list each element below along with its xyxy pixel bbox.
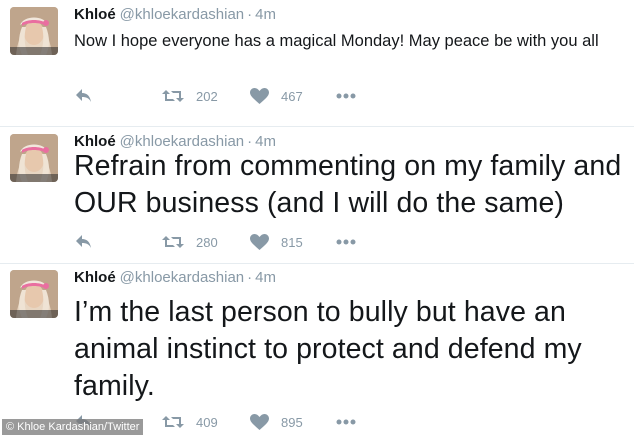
reply-icon [76, 235, 91, 248]
tweet-text: I’m the last person to bully but have an… [74, 296, 582, 402]
author-handle[interactable]: @khloekardashian [120, 6, 244, 23]
retweet-button[interactable]: 409 [162, 412, 218, 432]
like-count: 815 [281, 234, 303, 250]
tweet-timestamp[interactable]: 4m [255, 269, 276, 286]
retweet-icon [162, 416, 184, 428]
more-icon [336, 419, 356, 425]
author-name[interactable]: Khloé [74, 269, 116, 286]
more-icon [336, 239, 356, 245]
tweet-text: Now I hope everyone has a magical Monday… [74, 32, 599, 50]
retweet-count: 409 [196, 414, 218, 430]
like-button[interactable]: 895 [250, 412, 303, 432]
reply-icon [76, 89, 91, 102]
retweet-icon [162, 236, 184, 248]
heart-icon [250, 233, 269, 250]
tweet-header: Khloé @khloekardashian · 4m [74, 269, 276, 287]
image-credit: © Khloe Kardashian/Twitter [2, 419, 144, 435]
author-handle[interactable]: @khloekardashian [120, 269, 244, 286]
tweet-text: Refrain from commenting on my family and… [74, 150, 622, 219]
more-button[interactable] [336, 86, 356, 106]
like-count: 467 [281, 88, 303, 104]
heart-icon [250, 413, 269, 430]
tweet-2[interactable]: Khloé @khloekardashian · 4m Refrain from co… [0, 127, 634, 263]
reply-button[interactable] [74, 232, 94, 252]
avatar[interactable] [10, 134, 58, 182]
avatar[interactable] [10, 270, 58, 318]
retweet-count: 280 [196, 234, 218, 250]
retweet-button[interactable]: 280 [162, 232, 218, 252]
retweet-icon [162, 90, 184, 102]
tweet-1[interactable]: Khloé @khloekardashian · 4m Now I hope ever… [0, 0, 634, 127]
like-count: 895 [281, 414, 303, 430]
more-button[interactable] [336, 412, 356, 432]
header-separator: · [247, 6, 253, 23]
avatar[interactable] [10, 7, 58, 55]
like-button[interactable]: 815 [250, 232, 303, 252]
tweet-timestamp[interactable]: 4m [255, 6, 276, 23]
reply-button[interactable] [74, 86, 94, 106]
tweet-3[interactable]: Khloé @khloekardashian · 4m I’m the last pe… [0, 263, 634, 437]
author-name[interactable]: Khloé [74, 6, 116, 23]
tweet-header: Khloé @khloekardashian · 4m [74, 6, 276, 24]
like-button[interactable]: 467 [250, 86, 303, 106]
heart-icon [250, 87, 269, 104]
retweet-count: 202 [196, 88, 218, 104]
retweet-button[interactable]: 202 [162, 86, 218, 106]
header-separator: · [247, 269, 253, 286]
more-icon [336, 93, 356, 99]
more-button[interactable] [336, 232, 356, 252]
